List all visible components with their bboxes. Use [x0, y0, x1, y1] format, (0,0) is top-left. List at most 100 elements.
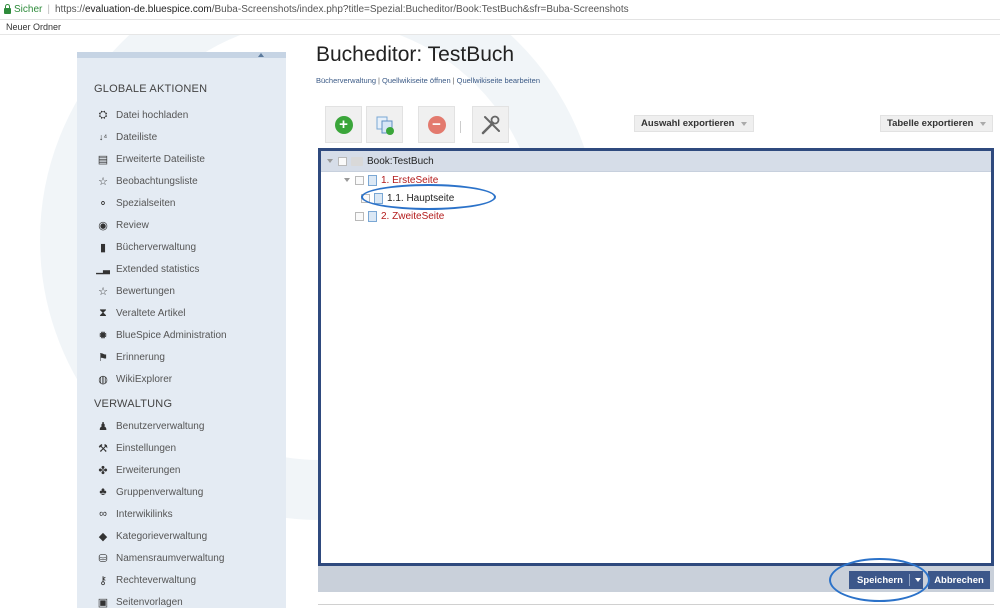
sidebar-item-label: Dateiliste [116, 131, 158, 143]
minus-icon: − [427, 115, 446, 134]
bookmark-folder[interactable]: Neuer Ordner [6, 22, 61, 32]
tools-button[interactable] [472, 106, 509, 143]
toolbar-separator [460, 121, 461, 133]
sidebar-item-label: Spezialseiten [116, 197, 176, 209]
tree-checkbox[interactable] [361, 193, 370, 203]
sidebar-item-permissionmanager[interactable]: ⚷ Rechteverwaltung [96, 571, 196, 589]
export-selection-label: Auswahl exportieren [641, 118, 735, 129]
address-separator: | [47, 4, 50, 15]
cancel-button[interactable]: Abbrechen [928, 571, 990, 589]
sidebar-item-label: Extended statistics [116, 263, 200, 275]
tree-checkbox[interactable] [355, 211, 364, 221]
sidebar-item-label: Review [116, 219, 149, 231]
wrench-icon: ⚒ [98, 442, 108, 455]
copy-pages-icon [376, 116, 394, 135]
sidebar-item-label: Seitenvorlagen [116, 596, 183, 608]
page-icon [368, 210, 377, 222]
user-icon: ♟ [98, 420, 108, 433]
sidebar-item-bookmanager[interactable]: ▮ Bücherverwaltung [96, 238, 196, 256]
sidebar-item-pagetemplates[interactable]: ▣ Seitenvorlagen [96, 593, 183, 611]
sidebar-item-label: Erweiterte Dateiliste [116, 153, 205, 165]
sidebar-item-categorymanager[interactable]: ◆ Kategorieverwaltung [96, 527, 207, 545]
tree-checkbox[interactable] [355, 175, 364, 185]
link-icon: ∞ [99, 508, 107, 520]
add-node-button[interactable]: + [325, 106, 362, 143]
tree-node-root[interactable]: Book:TestBuch [326, 153, 434, 169]
sidebar-item-label: WikiExplorer [116, 373, 173, 385]
sort-icon: ↓⁴ [98, 132, 108, 142]
sidebar-item-filelist[interactable]: ↓⁴ Dateiliste [96, 128, 157, 146]
tag-icon: ◆ [98, 530, 108, 543]
sidebar-item-usermanager[interactable]: ♟ Benutzerverwaltung [96, 417, 204, 435]
sidebar-item-label: Benutzerverwaltung [116, 420, 205, 432]
expand-toggle-icon[interactable] [326, 159, 334, 163]
key-icon: ⚷ [98, 574, 108, 587]
link-separator: | [452, 76, 455, 85]
export-table-dropdown[interactable]: Tabelle exportieren [880, 115, 994, 132]
sidebar-item-reminder[interactable]: ⚑ Erinnerung [96, 348, 165, 366]
sidebar-item-watchlist[interactable]: ☆ Beobachtungsliste [96, 172, 198, 190]
split-divider [908, 574, 910, 586]
page-title: Bucheditor: TestBuch [316, 43, 515, 66]
sidebar-item-statistics[interactable]: ▁▃ Extended statistics [96, 260, 199, 278]
tree-node-label: 1.1. Hauptseite [387, 192, 455, 204]
link-edit-source-page[interactable]: Quellwikiseite bearbeiten [457, 76, 540, 85]
sidebar-item-review[interactable]: ◉ Review [96, 216, 149, 234]
sidebar-item-label: Namensraumverwaltung [116, 552, 225, 564]
tree-node[interactable]: 2. ZweiteSeite [355, 208, 444, 224]
namespace-icon: ⛁ [98, 552, 108, 565]
star-icon: ☆ [98, 285, 108, 298]
sidebar-item-specialpages[interactable]: ⚬ Spezialseiten [96, 194, 175, 212]
sidebar-item-label: Veraltete Artikel [116, 307, 186, 319]
sidebar-item-bluespice-admin[interactable]: ✹ BlueSpice Administration [96, 326, 227, 344]
gear-icon: ✹ [98, 329, 108, 342]
chevron-down-icon[interactable] [914, 578, 921, 582]
sidebar-item-upload[interactable]: ⛭ Datei hochladen [96, 106, 189, 124]
globe-icon: ◍ [98, 373, 108, 386]
sidebar-item-label: BlueSpice Administration [116, 329, 227, 341]
list-icon: ▤ [97, 153, 109, 166]
link-separator: | [378, 76, 380, 85]
folder-icon [351, 156, 363, 166]
copy-node-button[interactable] [366, 106, 403, 143]
tree-node[interactable]: 1. ErsteSeite [343, 172, 438, 188]
link-open-source-page[interactable]: Quellwikiseite öffnen [382, 76, 451, 85]
book-icon: ▮ [99, 241, 107, 254]
cancel-button-label: Abbrechen [934, 574, 984, 586]
expand-toggle-icon[interactable] [343, 178, 351, 182]
save-button[interactable]: Speichern [849, 571, 923, 589]
sidebar-item-groupmanager[interactable]: ♣ Gruppenverwaltung [96, 483, 203, 501]
sidebar-item-label: Gruppenverwaltung [116, 486, 204, 498]
template-icon: ▣ [97, 596, 109, 609]
export-selection-dropdown[interactable]: Auswahl exportieren [634, 115, 755, 132]
page-sublinks: Bücherverwaltung | Quellwikiseite öffnen | Q… [316, 76, 540, 85]
tools-icon [481, 115, 500, 134]
url-text[interactable]: https://evaluation-de.bluespice.com/Buba… [55, 4, 629, 15]
sidebar-item-label: Bewertungen [116, 285, 175, 297]
sidebar-item-interwikilinks[interactable]: ∞ Interwikilinks [96, 505, 173, 523]
tree-node-label: 2. ZweiteSeite [381, 210, 445, 222]
browser-address-bar[interactable]: Sicher | https://evaluation-de.bluespice… [0, 0, 1000, 20]
sidebar-collapse-strip[interactable] [77, 52, 286, 58]
url-host: evaluation-de.bluespice.com [84, 4, 212, 15]
chart-icon: ▁▃ [96, 263, 110, 274]
sidebar-item-extensions[interactable]: ✤ Erweiterungen [96, 461, 180, 479]
upload-icon: ⛭ [98, 108, 108, 121]
lock-icon [4, 3, 11, 14]
sidebar-item-label: Beobachtungsliste [116, 175, 198, 187]
chevron-down-icon [980, 121, 987, 126]
sidebar-item-settings[interactable]: ⚒ Einstellungen [96, 439, 176, 457]
page-icon [368, 174, 377, 186]
tree-checkbox[interactable] [338, 156, 347, 166]
link-bookmanager[interactable]: Bücherverwaltung [316, 76, 376, 85]
tree-node[interactable]: 1.1. Hauptseite [361, 190, 454, 206]
sidebar-item-namespacemanager[interactable]: ⛁ Namensraumverwaltung [96, 549, 224, 567]
remove-node-button[interactable]: − [418, 106, 455, 143]
sidebar-item-wikiexplorer[interactable]: ◍ WikiExplorer [96, 370, 172, 388]
sidebar-item-extended-filelist[interactable]: ▤ Erweiterte Dateiliste [96, 150, 205, 168]
sidebar-item-expired-articles[interactable]: ⧗ Veraltete Artikel [96, 304, 185, 322]
sidebar-item-ratings[interactable]: ☆ Bewertungen [96, 282, 175, 300]
tree-node-label: Book:TestBuch [367, 155, 434, 167]
admin-heading: VERWALTUNG [94, 398, 173, 410]
sidebar-item-label: Rechteverwaltung [116, 574, 197, 586]
